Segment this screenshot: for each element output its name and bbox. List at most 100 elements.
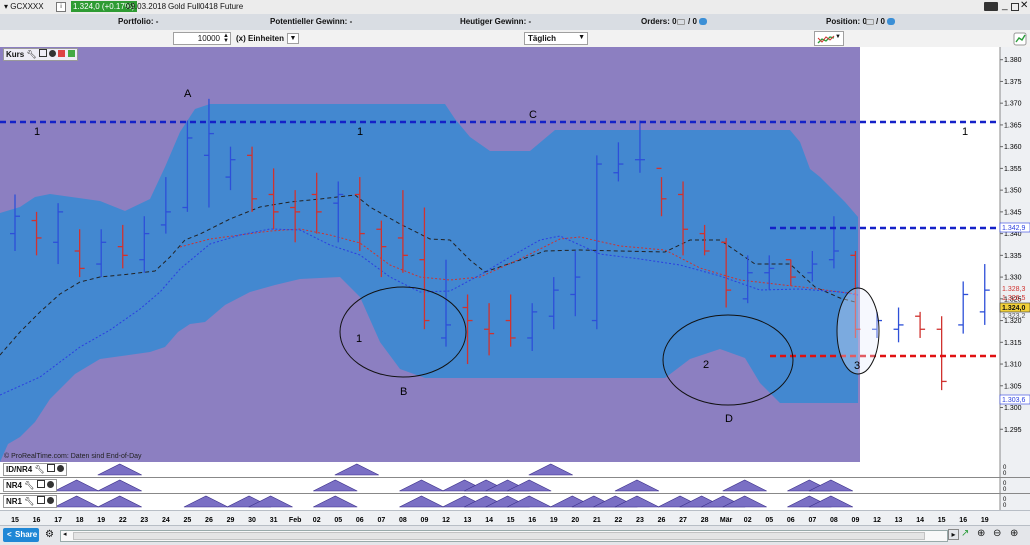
instrument-code: GCXXXX: [10, 2, 44, 11]
wrench-icon[interactable]: 🔧︎: [26, 50, 36, 59]
close-panel-icon[interactable]: [46, 481, 54, 488]
y-tick-label: 1.300: [1004, 405, 1022, 412]
period-select[interactable]: Täglich ▼: [524, 32, 588, 45]
settings-icon[interactable]: ⚙︎: [45, 529, 54, 540]
share-icon: <: [7, 530, 12, 539]
y-tick-label: 1.295: [1004, 427, 1022, 434]
x-tick-label: 26: [658, 517, 666, 524]
price-panel-title: Kurs: [6, 50, 25, 59]
today-gain-label: Heutiger Gewinn: -: [460, 17, 532, 26]
x-tick-label: Feb: [289, 517, 301, 524]
x-tick-label: 28: [701, 517, 709, 524]
minimize-icon[interactable]: _: [1002, 0, 1008, 12]
scroll-left-icon[interactable]: ◂: [63, 530, 67, 538]
x-tick-label: 08: [399, 517, 407, 524]
quantity-input[interactable]: 10000 ▲ ▼: [173, 32, 231, 45]
scroll-right-icon[interactable]: ▸: [948, 529, 959, 540]
info-icon[interactable]: i: [56, 2, 66, 12]
label-circle-1: 1: [356, 333, 362, 345]
instrument-name: Gold Full0418 Future: [168, 2, 244, 11]
indicator-panels: 0 0 0 0 0 0: [0, 462, 1030, 510]
close-panel-icon[interactable]: [49, 50, 57, 57]
x-tick-label: 19: [97, 517, 105, 524]
y-tick-label: 1.350: [1004, 188, 1022, 195]
x-tick-label: 19: [981, 517, 989, 524]
label-circle-2: 2: [703, 359, 709, 371]
scroll-thumb[interactable]: [73, 532, 925, 540]
history-scrollbar[interactable]: ◂: [60, 530, 948, 542]
label-level-1a: 1: [34, 126, 40, 138]
title-bar: ▾ GCXXXX i 1.324,0 (+0.17%) 09.03.2018 G…: [0, 0, 1030, 15]
x-tick-label: 17: [54, 517, 62, 524]
x-tick-label: 27: [679, 517, 687, 524]
wrench-icon[interactable]: 🔧︎: [24, 497, 34, 506]
x-tick-label: 19: [550, 517, 558, 524]
close-panel-icon[interactable]: [57, 465, 65, 472]
position-settings-icon[interactable]: [887, 18, 895, 25]
portfolio-label[interactable]: Portfolio: -: [118, 16, 158, 28]
chart-mode-icon[interactable]: ↗: [961, 528, 969, 539]
x-tick-label: 02: [313, 517, 321, 524]
y-tick-label: 1.370: [1004, 101, 1022, 108]
orders-settings-icon[interactable]: [699, 18, 707, 25]
x-tick-label: 23: [636, 517, 644, 524]
close-panel-icon[interactable]: [46, 497, 54, 504]
price-chart[interactable]: A C B D 1 1 1 1 2 3 © ProRealTime.com: D…: [0, 47, 1030, 462]
window-icon[interactable]: [36, 496, 45, 504]
window-icon[interactable]: [36, 480, 45, 488]
x-tick-label: 16: [528, 517, 536, 524]
close-icon[interactable]: ✕: [1020, 0, 1028, 12]
keyboard-icon[interactable]: [984, 2, 998, 11]
indicator-header-nr4: NR4 🔧︎: [3, 479, 57, 492]
label-C: C: [529, 109, 537, 121]
x-tick-label: 22: [119, 517, 127, 524]
indicator-label-nr1: NR1: [6, 497, 23, 506]
zoom-fit-icon[interactable]: ⊕: [977, 528, 985, 539]
x-tick-label: Mär: [720, 517, 733, 524]
future-area: [860, 47, 1000, 462]
y-tick-label: 1.315: [1004, 340, 1022, 347]
units-dropdown-icon[interactable]: ▼: [287, 33, 299, 44]
x-tick-label: 05: [765, 517, 773, 524]
x-tick-label: 31: [270, 517, 278, 524]
share-button[interactable]: < Share: [3, 528, 39, 542]
add-indicator-icon[interactable]: [1013, 32, 1027, 46]
x-tick-label: 05: [334, 517, 342, 524]
wrench-icon[interactable]: 🔧︎: [34, 465, 44, 474]
x-tick-label: 15: [11, 517, 19, 524]
maximize-icon[interactable]: [1011, 3, 1019, 11]
chart-type-button[interactable]: ▼: [814, 31, 844, 46]
position-count: / 0: [876, 17, 885, 26]
quantity-stepper-icon[interactable]: ▲ ▼: [223, 33, 229, 44]
units-label: (x) Einheiten: [236, 34, 285, 43]
position-toggle-icon[interactable]: [866, 19, 874, 25]
x-tick-label: 07: [808, 517, 816, 524]
x-tick-label: 26: [205, 517, 213, 524]
orders-label[interactable]: Orders: 0: [641, 16, 677, 28]
label-level-1b: 1: [357, 126, 363, 138]
y-tick-label: 1.345: [1004, 209, 1022, 216]
price-marker-small: 1.323,2: [1002, 313, 1025, 320]
x-tick-label: 23: [140, 517, 148, 524]
instrument-dropdown[interactable]: ▾ GCXXXX: [4, 1, 44, 13]
wrench-icon[interactable]: 🔧︎: [24, 481, 34, 490]
copyright-note: © ProRealTime.com: Daten sind End-of-Day: [4, 452, 142, 460]
chart-type-icon: [817, 35, 835, 44]
x-tick-label: 30: [248, 517, 256, 524]
zoom-in-icon[interactable]: ⊕: [1010, 528, 1018, 539]
zoom-out-icon[interactable]: ⊖: [993, 528, 1001, 539]
date-axis[interactable]: 15 16 17 18 19 22 23 24 25 26 29 30 31 Feb 02 05 06 07 08 0…: [0, 510, 1030, 526]
add-indicator-green-icon[interactable]: [67, 50, 75, 57]
label-D: D: [725, 413, 733, 425]
share-label: Share: [15, 530, 38, 539]
x-axis-ticks: 15 16 17 18 19 22 23 24 25 26 29 30 31 Feb 02 05 06 07 08 0…: [11, 517, 989, 524]
position-label[interactable]: Position: 0: [826, 16, 867, 28]
y-tick-label: 1.330: [1004, 275, 1022, 282]
y-tick-label: 1.375: [1004, 79, 1022, 86]
window-icon[interactable]: [38, 49, 47, 57]
add-indicator-red-icon[interactable]: [58, 50, 66, 57]
window-icon[interactable]: [46, 464, 55, 472]
orders-toggle-icon[interactable]: [677, 19, 685, 25]
x-tick-label: 21: [593, 517, 601, 524]
x-tick-label: 25: [184, 517, 192, 524]
